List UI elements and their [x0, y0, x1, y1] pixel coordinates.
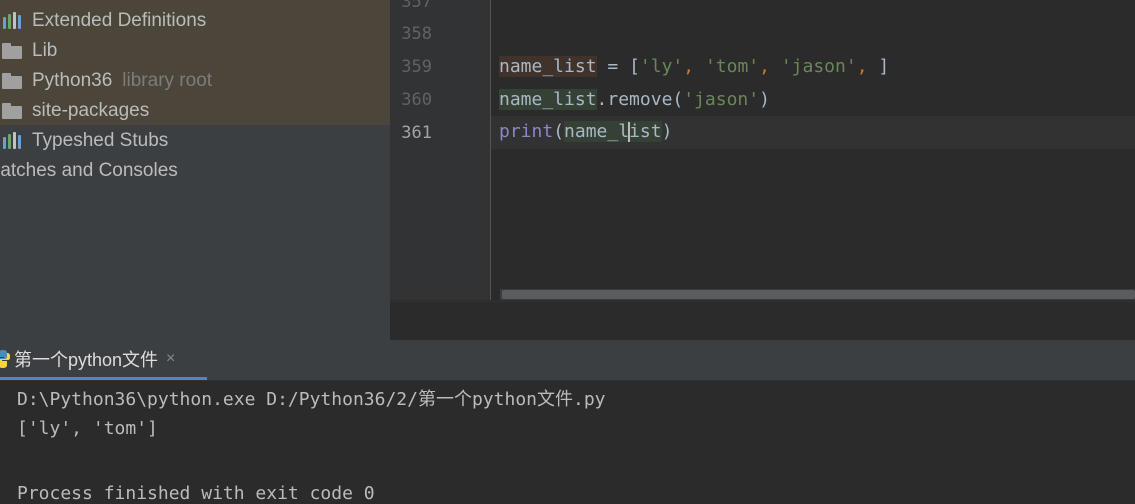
method-token: .remove(: [596, 89, 684, 110]
string-token: 'ly': [639, 56, 684, 77]
tree-item-lib[interactable]: Lib: [0, 36, 57, 66]
python-icon: [0, 349, 10, 369]
run-tab-label: 第一个python文件: [14, 349, 159, 370]
line-number-active: 361: [401, 123, 432, 143]
editor-bottom-area: [390, 301, 1135, 341]
run-tool-window-header: 第一个python文件 ×: [0, 340, 1135, 381]
line-number: 360: [401, 90, 432, 110]
folder-icon: [2, 101, 26, 121]
code-editor[interactable]: name_list = ['ly', 'tom', 'jason', ] nam…: [491, 0, 1135, 300]
variable-token: name_list: [499, 56, 597, 77]
comma-token: ,: [856, 56, 879, 77]
close-icon[interactable]: ×: [166, 350, 175, 368]
paren-token: ): [661, 121, 673, 142]
line-number: 357: [401, 0, 432, 12]
tree-item-python36[interactable]: Python36 library root: [0, 66, 212, 96]
tree-item-label: site-packages: [32, 100, 150, 121]
variable-token: ist: [629, 121, 662, 142]
variable-token: name_l: [564, 121, 630, 142]
run-tab[interactable]: 第一个python文件 ×: [0, 340, 207, 380]
code-line-361[interactable]: print(name_list): [499, 117, 672, 147]
tree-item-typeshed-stubs[interactable]: Typeshed Stubs: [0, 126, 168, 156]
library-root-hint: library root: [122, 70, 213, 91]
run-console[interactable]: D:\Python36\python.exe D:/Python36/2/第一个…: [0, 381, 1135, 504]
console-line: Process finished with exit code 0: [17, 483, 375, 504]
tree-item-label: Python36: [32, 70, 113, 91]
string-token: 'jason': [683, 89, 760, 110]
string-token: 'jason': [780, 56, 857, 77]
operator-token: =: [596, 56, 630, 77]
library-icon: [2, 11, 26, 31]
comma-token: ,: [759, 56, 781, 77]
builtin-token: print: [499, 121, 554, 142]
horizontal-scrollbar-thumb[interactable]: [502, 290, 1135, 299]
paren-token: (: [553, 121, 565, 142]
editor-gutter: 357 358 359 360 361: [390, 0, 491, 300]
project-tree-panel: Extended Definitions Lib Python36 librar…: [0, 0, 390, 340]
code-line-359[interactable]: name_list = ['ly', 'tom', 'jason', ]: [499, 52, 889, 82]
code-line-360[interactable]: name_list.remove('jason'): [499, 85, 770, 115]
variable-token: name_list: [499, 89, 597, 110]
folder-icon: [2, 41, 26, 61]
string-token: 'tom': [704, 56, 760, 77]
tree-item-site-packages[interactable]: site-packages: [0, 96, 149, 126]
paren-token: ): [759, 89, 770, 110]
tree-item-scratches-and-consoles[interactable]: ratches and Consoles: [0, 156, 178, 186]
tree-item-label: Typeshed Stubs: [32, 130, 169, 151]
tree-item-extended-definitions[interactable]: Extended Definitions: [0, 6, 206, 36]
comma-token: ,: [683, 56, 705, 77]
console-line: D:\Python36\python.exe D:/Python36/2/第一个…: [17, 389, 606, 410]
line-number: 358: [401, 24, 432, 44]
folder-icon: [2, 71, 26, 91]
line-number: 359: [401, 57, 432, 77]
console-line: ['ly', 'tom']: [17, 418, 158, 439]
tree-item-label: ratches and Consoles: [0, 160, 178, 181]
bracket-token: ]: [878, 56, 890, 77]
library-icon: [2, 131, 26, 151]
tree-item-label: Extended Definitions: [32, 10, 207, 31]
tree-item-label: Lib: [32, 40, 58, 61]
bracket-token: [: [629, 56, 640, 77]
